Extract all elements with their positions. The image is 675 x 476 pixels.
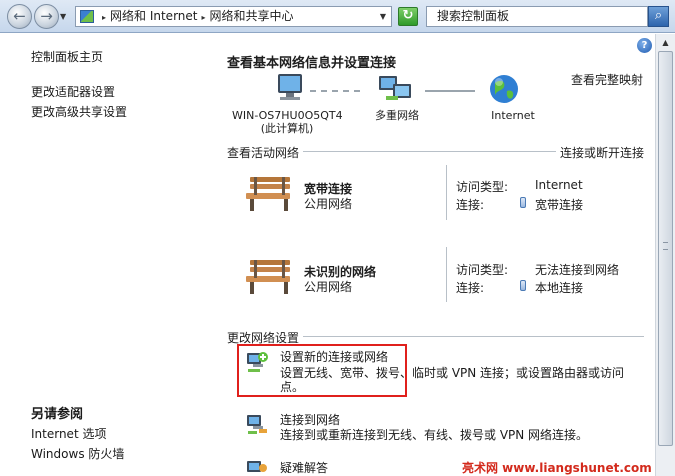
connect-disconnect-link[interactable]: 连接或断开连接 <box>556 144 645 161</box>
control-panel-icon <box>80 10 94 23</box>
grip-icon <box>663 242 668 250</box>
see-also-heading: 另请参阅 <box>31 407 84 422</box>
connect-to-network-link[interactable]: 连接到网络 <box>280 411 340 428</box>
search-input[interactable]: 搜索控制面板 <box>426 6 648 27</box>
change-advanced-sharing-link[interactable]: 更改高级共享设置 <box>31 103 127 120</box>
troubleshoot-link[interactable]: 疑难解答 <box>280 459 328 476</box>
page-title: 查看基本网络信息并设置连接 <box>227 56 397 71</box>
arrow-right-icon: → <box>40 7 53 25</box>
connect-to-network-icon <box>247 415 267 434</box>
chevron-right-icon[interactable]: ▸ <box>201 13 205 22</box>
network-2-access-value: 无法连接到网络 <box>535 263 620 277</box>
refresh-button[interactable]: ↻ <box>398 7 418 26</box>
map-node-multiple-networks-label: 多重网络 <box>375 109 419 122</box>
connection-signal-icon <box>520 197 526 208</box>
network-2-category-link[interactable]: 公用网络 <box>304 278 352 295</box>
chevron-right-icon[interactable]: ▸ <box>102 13 106 22</box>
scroll-up-button[interactable]: ▲ <box>656 34 675 51</box>
public-network-bench-icon <box>246 177 290 211</box>
network-2-divider <box>446 247 447 302</box>
breadcrumb-sharing-center[interactable]: 网络和共享中心 <box>210 9 294 23</box>
section-divider <box>300 151 558 152</box>
network-2-access-label: 访问类型: <box>456 263 509 277</box>
computer-icon <box>278 74 302 100</box>
network-1-access-label: 访问类型: <box>456 180 509 194</box>
arrow-left-icon: ← <box>13 7 26 25</box>
network-2-connection-label: 连接: <box>456 281 485 295</box>
address-bar: ← → ▼ ▸ 网络和 Internet ▸ 网络和共享中心 ▼ ↻ 搜索控制面板 ⌕ <box>0 0 675 33</box>
vertical-scrollbar[interactable]: ▲ <box>655 34 675 476</box>
refresh-icon: ↻ <box>402 8 414 23</box>
forward-button[interactable]: → <box>34 4 59 29</box>
network-1-connection-link[interactable]: 宽带连接 <box>535 196 583 213</box>
windows-firewall-link[interactable]: Windows 防火墙 <box>31 445 124 462</box>
change-adapter-settings-link[interactable]: 更改适配器设置 <box>31 83 115 100</box>
network-1-access-value: Internet <box>535 178 583 192</box>
highlight-box <box>237 344 407 397</box>
troubleshoot-icon <box>247 461 267 472</box>
network-2-connection-link[interactable]: 本地连接 <box>535 279 583 296</box>
connection-line <box>310 90 360 92</box>
connect-to-network-desc: 连接到或重新连接到无线、有线、拨号或 VPN 网络连接。 <box>280 428 589 442</box>
search-button[interactable]: ⌕ <box>648 6 669 27</box>
map-node-internet-label: Internet <box>491 109 535 122</box>
site-watermark: 亮术网 www.liangshunet.com <box>462 461 652 475</box>
address-dropdown[interactable]: ▼ <box>376 7 390 26</box>
breadcrumb-network-internet[interactable]: 网络和 Internet <box>110 9 197 23</box>
network-1-category-link[interactable]: 公用网络 <box>304 195 352 212</box>
section-divider <box>296 336 644 337</box>
public-network-bench-icon <box>246 260 290 294</box>
recent-pages-dropdown[interactable]: ▼ <box>60 12 66 21</box>
network-1-connection-label: 连接: <box>456 198 485 212</box>
network-1-divider <box>446 165 447 220</box>
connection-line <box>425 90 475 92</box>
control-panel-home-link[interactable]: 控制面板主页 <box>31 48 103 65</box>
view-full-map-link[interactable]: 查看完整映射 <box>571 71 643 88</box>
breadcrumb[interactable]: ▸ 网络和 Internet ▸ 网络和共享中心 <box>75 6 392 27</box>
active-networks-heading: 查看活动网络 <box>227 144 304 161</box>
internet-options-link[interactable]: Internet 选项 <box>31 425 106 442</box>
map-node-computer-label: WIN-OS7HU0O5QT4 (此计算机) <box>232 109 343 135</box>
search-icon: ⌕ <box>654 8 663 23</box>
help-icon[interactable]: ? <box>637 38 652 53</box>
this-computer-label: (此计算机) <box>260 122 314 135</box>
back-button[interactable]: ← <box>7 4 32 29</box>
connection-signal-icon <box>520 280 526 291</box>
multiple-networks-icon <box>379 76 411 100</box>
internet-globe-icon <box>490 75 518 103</box>
computer-name: WIN-OS7HU0O5QT4 <box>232 109 343 122</box>
scroll-thumb[interactable] <box>658 51 673 446</box>
